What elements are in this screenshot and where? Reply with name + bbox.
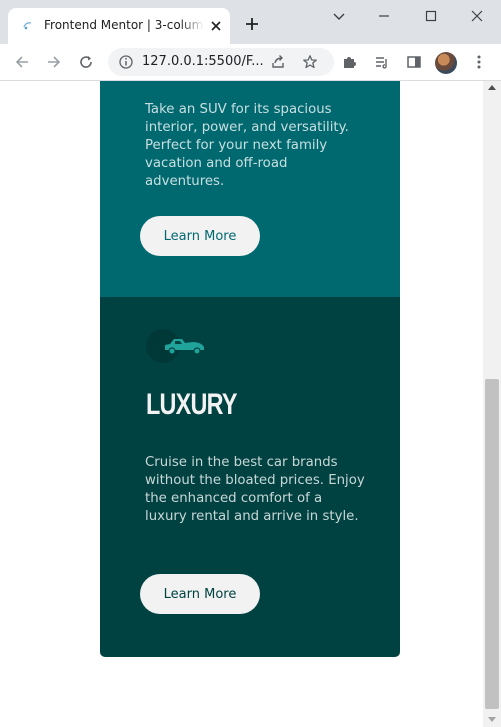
suv-learn-more-button[interactable]: Learn More <box>140 216 260 256</box>
reload-icon[interactable] <box>78 54 94 70</box>
scroll-up-arrow-icon[interactable] <box>488 85 496 90</box>
address-bar[interactable]: 127.0.0.1:5500/F... <box>108 48 334 76</box>
suv-description: Take an SUV for its spacious interior, p… <box>145 102 349 189</box>
side-panel-icon[interactable] <box>406 54 422 70</box>
browser-toolbar: 127.0.0.1:5500/F... <box>0 44 501 81</box>
luxury-car-icon <box>146 329 204 363</box>
luxury-learn-more-button[interactable]: Learn More <box>140 574 260 614</box>
close-window-icon[interactable] <box>469 8 485 24</box>
back-arrow-icon[interactable] <box>14 54 30 70</box>
scrollbar-thumb[interactable] <box>485 379 499 709</box>
minimize-icon[interactable] <box>376 8 392 24</box>
vertical-scrollbar[interactable] <box>483 81 501 727</box>
bookmark-star-icon[interactable] <box>302 54 318 70</box>
new-tab-icon[interactable] <box>244 16 260 32</box>
frontend-mentor-favicon-icon <box>23 22 32 30</box>
luxury-description: Cruise in the best car brands without th… <box>145 455 365 524</box>
chrome-menu-icon[interactable] <box>471 54 487 70</box>
url-text[interactable]: 127.0.0.1:5500/F... <box>142 54 266 70</box>
reading-list-icon[interactable] <box>374 54 390 70</box>
page-viewport: Take an SUV for its spacious interior, p… <box>0 81 483 727</box>
forward-arrow-icon[interactable] <box>46 54 62 70</box>
share-icon[interactable] <box>270 54 286 70</box>
tab-search-chevron-icon[interactable] <box>331 8 347 24</box>
site-info-icon[interactable] <box>118 54 134 70</box>
tab-title: Frontend Mentor | 3-column preview card … <box>44 18 204 32</box>
scroll-down-arrow-icon[interactable] <box>488 717 496 722</box>
luxury-title: LUXURY <box>146 388 237 421</box>
extensions-puzzle-icon[interactable] <box>342 54 358 70</box>
browser-tab[interactable]: Frontend Mentor | 3-column preview card … <box>8 8 230 44</box>
profile-avatar[interactable] <box>435 52 457 74</box>
suv-card: Take an SUV for its spacious interior, p… <box>100 81 400 297</box>
close-tab-icon[interactable] <box>208 18 224 34</box>
maximize-icon[interactable] <box>423 8 439 24</box>
browser-tab-strip: Frontend Mentor | 3-column preview card … <box>0 0 501 44</box>
luxury-card: LUXURY Cruise in the best car brands wit… <box>100 297 400 657</box>
